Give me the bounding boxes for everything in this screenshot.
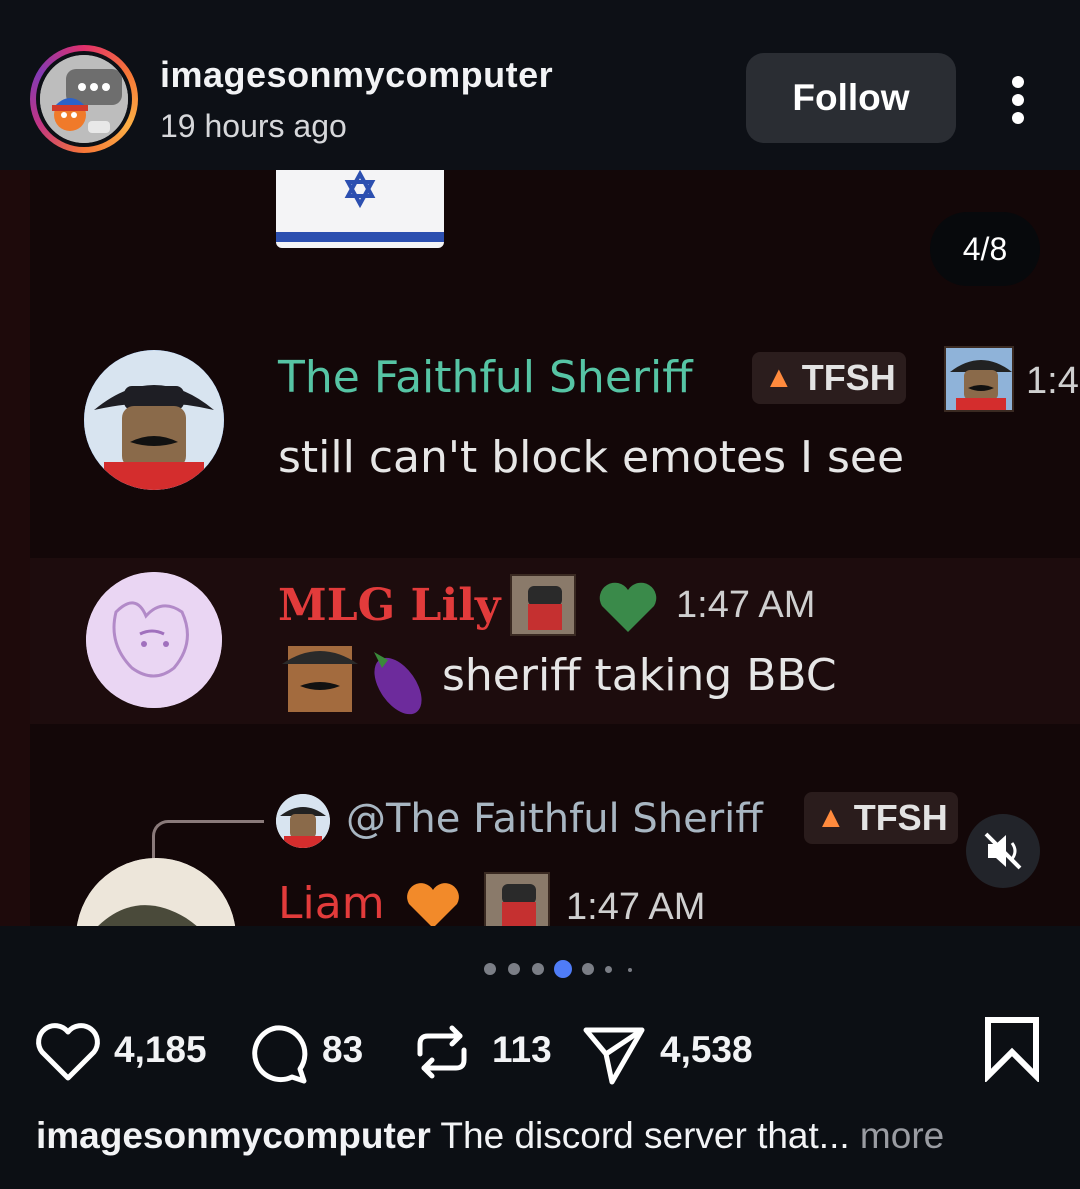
- caption-more-link[interactable]: more: [860, 1115, 944, 1156]
- avatar[interactable]: [40, 55, 128, 143]
- avatar-illustration: [40, 55, 128, 143]
- israel-flag-emote: [276, 170, 444, 248]
- carousel-indicator: [484, 958, 644, 980]
- post-header: imagesonmycomputer 19 hours ago Follow: [0, 0, 1080, 170]
- avatar[interactable]: [86, 572, 222, 708]
- message-timestamp: 1:4: [1026, 360, 1079, 402]
- role-icon: [944, 346, 1014, 412]
- message-text: sheriff taking BBC: [442, 650, 837, 701]
- caption-text: The discord server that...: [440, 1115, 850, 1156]
- post-media[interactable]: 4/8 The Faithful Sheriff ▲ TFSH 1:4 stil…: [0, 170, 1080, 926]
- server-tag: ▲ TFSH: [804, 792, 958, 844]
- avatar: [276, 794, 330, 848]
- carousel-dot: [605, 966, 612, 973]
- carousel-dot: [508, 963, 520, 975]
- orange-heart-icon: [407, 883, 459, 926]
- heart-emote-icon: [599, 582, 657, 632]
- share-count[interactable]: 4,538: [660, 1029, 753, 1071]
- post-actions: 4,185 83 113 4,538: [0, 1010, 1080, 1090]
- message-timestamp: 1:47 AM: [676, 584, 816, 626]
- follow-button[interactable]: Follow: [746, 53, 956, 143]
- message-author[interactable]: MLG Lily: [278, 580, 500, 631]
- liam-avatar-illustration: [76, 858, 236, 926]
- message-author[interactable]: Liam: [278, 878, 385, 926]
- message-author[interactable]: The Faithful Sheriff: [278, 352, 693, 403]
- like-count[interactable]: 4,185: [114, 1029, 207, 1071]
- repost-count[interactable]: 113: [492, 1029, 552, 1071]
- carousel-dot: [582, 963, 594, 975]
- post-username[interactable]: imagesonmycomputer: [160, 54, 553, 96]
- post-caption[interactable]: imagesonmycomputer The discord server th…: [36, 1115, 944, 1157]
- reply-connector: [152, 820, 264, 860]
- sheriff-avatar-illustration: [84, 350, 224, 490]
- profile-avatar-ring[interactable]: [30, 45, 138, 153]
- muted-speaker-icon[interactable]: [966, 814, 1040, 888]
- carousel-dot: [532, 963, 544, 975]
- message-timestamp: 1:47 AM: [566, 886, 706, 926]
- fire-icon: ▲: [764, 361, 794, 394]
- heart-icon[interactable]: [34, 1022, 102, 1084]
- reply-reference[interactable]: @The Faithful Sheriff: [346, 796, 763, 842]
- comment-count[interactable]: 83: [322, 1029, 363, 1071]
- star-of-david-icon: [344, 170, 376, 209]
- fire-icon: ▲: [816, 801, 846, 834]
- server-tag: ▲ TFSH: [752, 352, 906, 404]
- avatar[interactable]: [76, 858, 236, 926]
- bookmark-icon[interactable]: [984, 1016, 1040, 1082]
- role-icon: [484, 872, 550, 926]
- repost-icon[interactable]: [410, 1018, 474, 1086]
- role-icon: [510, 574, 576, 636]
- kebab-vertical-icon[interactable]: [1000, 72, 1036, 128]
- sheriff-and-eggplant-emote-icon: [282, 646, 422, 715]
- comment-icon[interactable]: [242, 1020, 310, 1088]
- avatar[interactable]: [84, 350, 224, 490]
- carousel-counter: 4/8: [930, 212, 1040, 286]
- carousel-dot: [484, 963, 496, 975]
- lily-avatar-illustration: [86, 572, 222, 708]
- message-text: still can't block emotes I see: [278, 432, 905, 483]
- share-icon[interactable]: [580, 1020, 648, 1088]
- carousel-dot: [628, 968, 632, 972]
- caption-username[interactable]: imagesonmycomputer: [36, 1115, 431, 1156]
- carousel-dot-active: [554, 960, 572, 978]
- post-timestamp: 19 hours ago: [160, 108, 347, 144]
